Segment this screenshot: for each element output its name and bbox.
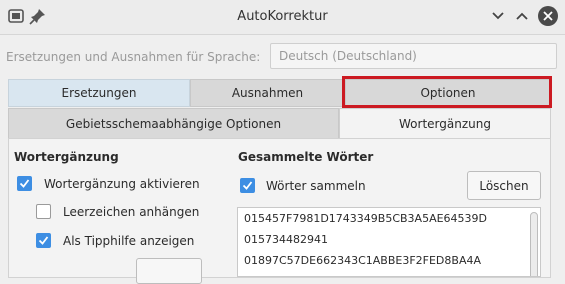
checkbox-leerzeichen-anhaengen[interactable] — [36, 204, 51, 219]
window-title: AutoKorrektur — [237, 9, 328, 24]
tab-gebietsschema-optionen[interactable]: Gebietsschemaabhängige Optionen — [8, 108, 339, 139]
list-item[interactable]: 015457F7981D1743349B5CB3A5AE64539D — [238, 208, 540, 229]
title-bar: AutoKorrektur — [0, 0, 565, 35]
language-label: Ersetzungen und Ausnahmen für Sprache: — [6, 50, 261, 64]
chevron-up-icon[interactable] — [512, 6, 532, 26]
checkbox-tipphilfe[interactable] — [36, 233, 51, 248]
close-icon[interactable] — [538, 6, 558, 26]
label-woerter-sammeln: Wörter sammeln — [266, 179, 366, 193]
highlight-box — [342, 76, 552, 108]
check-icon — [242, 181, 253, 190]
label-wortergaenzung-aktivieren: Wortergänzung aktivieren — [44, 177, 200, 191]
checkbox-wortergaenzung-aktivieren[interactable] — [17, 176, 32, 191]
list-item[interactable]: 01897C57DE662343C1ABBE3F2FED8BA4A — [238, 250, 540, 271]
delete-button[interactable]: Löschen — [467, 171, 541, 200]
collected-words-list[interactable]: 015457F7981D1743349B5CB3A5AE64539D 01573… — [237, 207, 541, 277]
tab-ersetzungen[interactable]: Ersetzungen — [8, 79, 190, 107]
check-icon — [19, 179, 30, 188]
label-tipphilfe: Als Tipphilfe anzeigen — [63, 234, 195, 248]
list-item[interactable]: 015734482941 — [238, 229, 540, 250]
chevron-down-icon[interactable] — [488, 6, 508, 26]
right-heading: Gesammelte Wörter — [238, 150, 374, 164]
scrollbar[interactable] — [530, 212, 538, 276]
left-heading: Wortergänzung — [14, 150, 119, 164]
check-icon — [38, 236, 49, 245]
partial-button[interactable] — [136, 258, 202, 284]
checkbox-woerter-sammeln[interactable] — [240, 178, 255, 193]
tab-ausnahmen[interactable]: Ausnahmen — [190, 79, 345, 107]
label-leerzeichen-anhaengen: Leerzeichen anhängen — [63, 205, 200, 219]
tab-wortergaenzung[interactable]: Wortergänzung — [339, 108, 551, 139]
language-select[interactable]: Deutsch (Deutschland) — [270, 43, 557, 69]
